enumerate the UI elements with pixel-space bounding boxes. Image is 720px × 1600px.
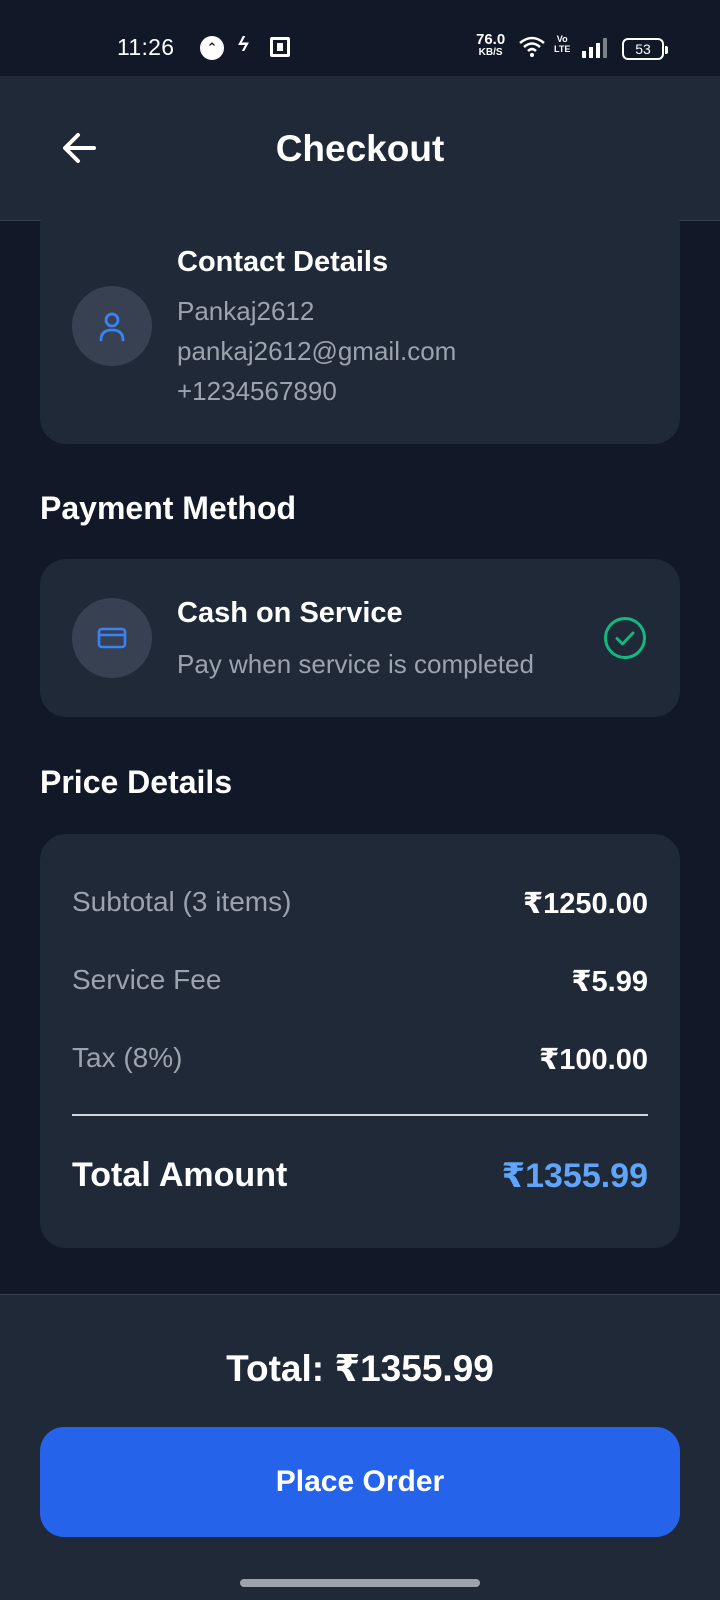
footer-total: Total: ₹1355.99 (226, 1348, 494, 1389)
check-circle-icon (604, 617, 646, 659)
contact-email: pankaj2612@gmail.com (177, 336, 457, 366)
home-indicator[interactable] (240, 1579, 480, 1587)
bolt-icon: ϟ (238, 34, 249, 56)
volte-bottom: LTE (554, 44, 571, 54)
place-order-button[interactable]: Place Order (40, 1427, 680, 1537)
payment-method-name: Cash on Service (177, 597, 403, 629)
volte-indicator: Vo LTE (554, 34, 570, 54)
total-amount-value: ₹1355.99 (501, 1157, 648, 1195)
battery-icon: 53 (622, 38, 668, 60)
signal-icon (582, 38, 612, 58)
payment-method-title: Payment Method (40, 490, 297, 526)
net-speed: 76.0 KB/S (476, 32, 505, 58)
wifi-icon (519, 36, 545, 57)
price-details-card: Subtotal (3 items) ₹1250.00 Service Fee … (40, 834, 680, 1248)
total-amount-label: Total Amount (72, 1156, 288, 1194)
price-row-total: Total Amount ₹1355.99 (72, 1156, 648, 1202)
contact-phone: +1234567890 (177, 376, 337, 406)
price-divider (72, 1114, 648, 1116)
price-label: Service Fee (72, 964, 222, 995)
contact-name: Pankaj2612 (177, 296, 315, 326)
battery-level: 53 (635, 41, 651, 57)
price-row-subtotal: Subtotal (3 items) ₹1250.00 (72, 886, 648, 926)
checkout-footer: Total: ₹1355.99 Place Order (0, 1294, 720, 1600)
payment-option-cash-on-service[interactable]: Cash on Service Pay when service is comp… (40, 559, 680, 717)
payment-icon-circle (72, 598, 152, 678)
page-title: Checkout (275, 128, 445, 169)
net-speed-unit: KB/S (478, 47, 503, 58)
price-value: ₹1250.00 (522, 888, 648, 920)
app-notification-icon: ⌃ (200, 36, 224, 60)
status-bar: 11:26 ⌃ ϟ 76.0 KB/S Vo LTE 53 (0, 0, 720, 76)
checkout-screen: 11:26 ⌃ ϟ 76.0 KB/S Vo LTE 53 Checkout C… (0, 0, 720, 1600)
volte-top: Vo (556, 34, 568, 44)
price-value: ₹100.00 (539, 1044, 648, 1076)
price-label: Tax (8%) (72, 1042, 183, 1073)
contact-details-card: Contact Details Pankaj2612 pankaj2612@gm… (40, 200, 680, 444)
contact-avatar (72, 286, 152, 366)
contact-heading: Contact Details (177, 246, 389, 278)
credit-card-icon (97, 627, 127, 649)
status-time: 11:26 (117, 34, 175, 60)
price-label: Subtotal (3 items) (72, 886, 292, 917)
net-speed-value: 76.0 (476, 31, 506, 48)
price-details-title: Price Details (40, 764, 233, 800)
payment-method-description: Pay when service is completed (177, 649, 534, 679)
user-icon (99, 312, 125, 342)
price-row-service-fee: Service Fee ₹5.99 (72, 964, 648, 1004)
price-row-tax: Tax (8%) ₹100.00 (72, 1042, 648, 1082)
price-value: ₹5.99 (571, 966, 648, 998)
sim-icon (270, 37, 290, 57)
